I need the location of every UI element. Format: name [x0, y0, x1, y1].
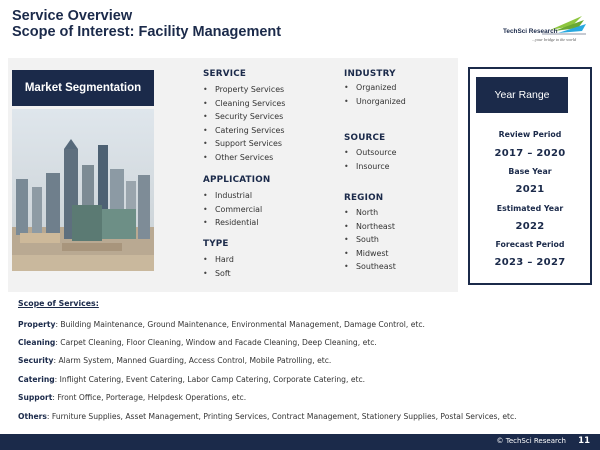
market-segmentation-header: Market Segmentation [12, 70, 154, 106]
type-heading: TYPE [203, 239, 229, 249]
forecast-period-label: Forecast Period [495, 240, 565, 249]
scope-text: : Furniture Supplies, Asset Management, … [46, 412, 517, 421]
scope-row-cleaning: Cleaning: Carpet Cleaning, Floor Cleanin… [18, 338, 588, 347]
list-item: Property Services [203, 83, 285, 97]
list-item: Midwest [344, 247, 396, 261]
city-skyline-image [12, 109, 154, 271]
logo-tagline: ...your bridge to the world [532, 37, 577, 42]
scope-text: : Inflight Catering, Event Catering, Lab… [54, 375, 366, 384]
footer-bar: © TechSci Research 11 [0, 434, 600, 450]
list-item: Outsource [344, 146, 397, 160]
scope-label: Security [18, 356, 54, 365]
list-item: North [344, 206, 396, 220]
list-item: Northeast [344, 220, 396, 234]
application-list: Industrial Commercial Residential [203, 189, 262, 230]
scope-row-others: Others: Furniture Supplies, Asset Manage… [18, 412, 588, 421]
estimated-year-label: Estimated Year [496, 204, 564, 213]
region-heading: REGION [344, 193, 384, 203]
source-heading: SOURCE [344, 133, 386, 143]
scope-label: Catering [18, 375, 55, 384]
title-line-2: Scope of Interest: Facility Management [12, 24, 282, 40]
base-year-label: Base Year [508, 167, 552, 176]
scope-row-support: Support: Front Office, Porterage, Helpde… [18, 393, 588, 402]
scope-label: Support [18, 393, 53, 402]
review-period-value: 2017 – 2020 [494, 148, 566, 159]
list-item: South [344, 233, 396, 247]
scope-row-property: Property: Building Maintenance, Ground M… [18, 320, 588, 329]
list-item: Other Services [203, 151, 285, 165]
scope-text: : Front Office, Porterage, Helpdesk Oper… [52, 393, 247, 402]
type-list: Hard Soft [203, 253, 234, 280]
list-item: Southeast [344, 260, 396, 274]
list-item: Industrial [203, 189, 262, 203]
scope-label: Property [18, 320, 56, 329]
page-title: Service Overview Scope of Interest: Faci… [12, 8, 452, 40]
list-item: Organized [344, 81, 406, 95]
list-item: Residential [203, 216, 262, 230]
scope-text: : Carpet Cleaning, Floor Cleaning, Windo… [55, 338, 377, 347]
forecast-period-value: 2023 – 2027 [494, 257, 566, 268]
region-list: North Northeast South Midwest Southeast [344, 206, 396, 274]
list-item: Hard [203, 253, 234, 267]
scope-row-catering: Catering: Inflight Catering, Event Cater… [18, 375, 588, 384]
techsci-logo: TechSci Research ...your bridge to the w… [498, 14, 590, 50]
industry-heading: INDUSTRY [344, 69, 396, 79]
scope-text: : Building Maintenance, Ground Maintenan… [55, 320, 425, 329]
source-list: Outsource Insource [344, 146, 397, 173]
logo-name: TechSci Research [503, 28, 558, 35]
scope-text: : Alarm System, Manned Guarding, Access … [53, 356, 332, 365]
list-item: Unorganized [344, 95, 406, 109]
scope-title: Scope of Services: [18, 299, 99, 308]
list-item: Soft [203, 267, 234, 281]
scope-row-security: Security: Alarm System, Manned Guarding,… [18, 356, 588, 365]
list-item: Security Services [203, 110, 285, 124]
estimated-year-value: 2022 [515, 221, 545, 232]
industry-list: Organized Unorganized [344, 81, 406, 108]
list-item: Support Services [203, 137, 285, 151]
base-year-value: 2021 [515, 184, 545, 195]
copyright-text: © TechSci Research [496, 437, 566, 445]
page-number: 11 [578, 436, 590, 446]
list-item: Cleaning Services [203, 97, 285, 111]
service-heading: SERVICE [203, 69, 247, 79]
scope-label: Cleaning [18, 338, 56, 347]
list-item: Commercial [203, 203, 262, 217]
list-item: Catering Services [203, 124, 285, 138]
list-item: Insource [344, 160, 397, 174]
application-heading: APPLICATION [203, 175, 271, 185]
scope-label: Others [18, 412, 47, 421]
title-line-1: Service Overview [12, 8, 133, 24]
review-period-label: Review Period [498, 130, 562, 139]
year-range-header: Year Range [476, 77, 568, 113]
service-list: Property Services Cleaning Services Secu… [203, 83, 285, 164]
